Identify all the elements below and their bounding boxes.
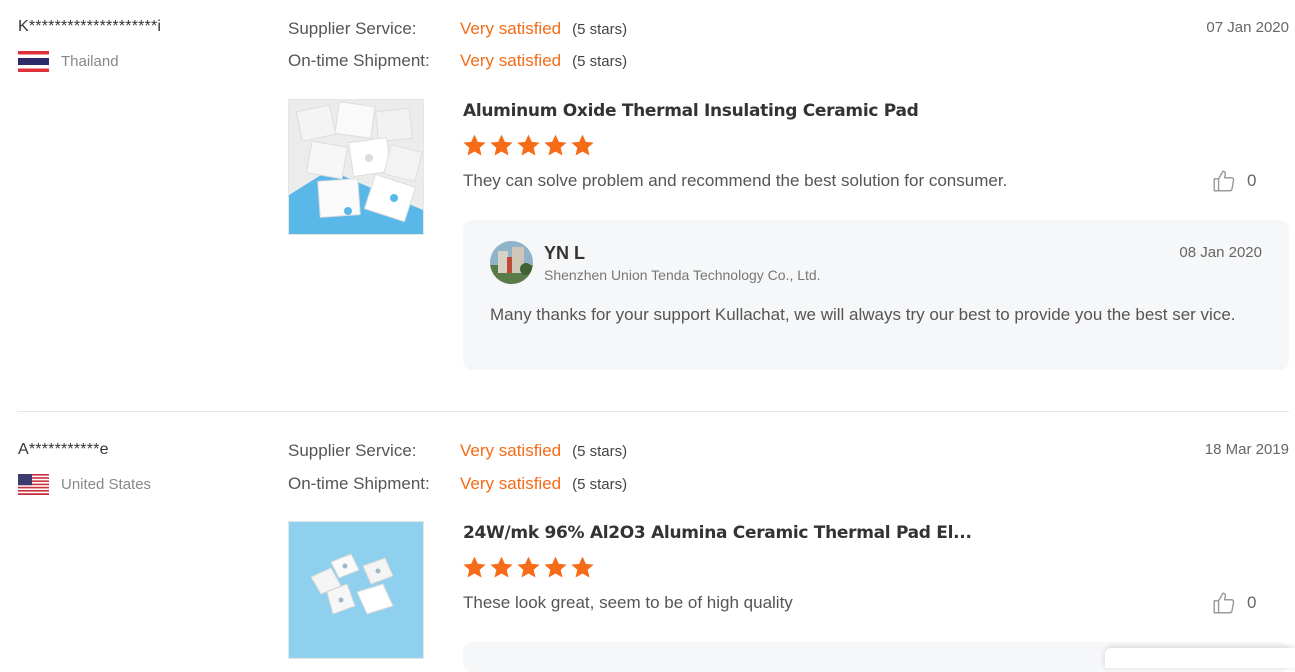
- reply-text: Many thanks for your support Kullachat, …: [490, 305, 1236, 324]
- avatar: [490, 241, 533, 284]
- supplier-service-value: Very satisfied: [460, 441, 562, 460]
- product-title[interactable]: Aluminum Oxide Thermal Insulating Cerami…: [463, 101, 919, 121]
- shipment-label: On-time Shipment:: [288, 51, 430, 70]
- star-icon: [463, 556, 486, 578]
- thailand-flag-icon: [18, 51, 49, 72]
- buyer-name: A***********e: [18, 441, 109, 458]
- star-icon: [490, 134, 513, 156]
- thumbs-up-icon: [1213, 170, 1235, 192]
- shipment-stars: (5 stars): [572, 53, 628, 70]
- supplier-reply: YN L Shenzhen Union Tenda Technology Co.…: [463, 220, 1289, 370]
- review-date: 18 Mar 2019: [1204, 441, 1289, 458]
- shipment-value: Very satisfied: [460, 51, 562, 70]
- usa-flag-icon: [18, 474, 49, 495]
- country-name: United States: [61, 476, 152, 493]
- buyer-country: United States: [18, 474, 151, 495]
- supplier-service-label: Supplier Service:: [288, 19, 417, 38]
- star-icon: [517, 134, 540, 156]
- product-image[interactable]: [288, 521, 424, 659]
- review-stars: [462, 133, 595, 158]
- like-button[interactable]: 0: [1211, 168, 1256, 194]
- review-comment: They can solve problem and recommend the…: [463, 171, 1008, 190]
- reply-date: 08 Jan 2020: [1179, 244, 1262, 261]
- shipment-label: On-time Shipment:: [288, 474, 430, 493]
- reply-author-name: YN L: [544, 243, 586, 263]
- star-icon: [517, 556, 540, 578]
- shipment-value: Very satisfied: [460, 474, 562, 493]
- shipment-rating: On-time Shipment: Very satisfied (5 star…: [288, 51, 627, 71]
- star-icon: [463, 134, 486, 156]
- review-date: 07 Jan 2020: [1206, 19, 1289, 36]
- country-name: Thailand: [61, 53, 119, 70]
- supplier-service-value: Very satisfied: [460, 19, 562, 38]
- shipment-rating: On-time Shipment: Very satisfied (5 star…: [288, 474, 627, 494]
- star-icon: [571, 556, 594, 578]
- supplier-service-rating: Supplier Service: Very satisfied (5 star…: [288, 19, 627, 39]
- thumbs-up-icon: [1213, 592, 1235, 614]
- review-card: K********************i Thailand Supplier…: [0, 0, 1295, 412]
- shipment-stars: (5 stars): [572, 476, 628, 493]
- supplier-service-rating: Supplier Service: Very satisfied (5 star…: [288, 441, 627, 461]
- reply-company: Shenzhen Union Tenda Technology Co., Ltd…: [544, 267, 821, 283]
- review-comment: These look great, seem to be of high qua…: [463, 593, 793, 612]
- buyer-country: Thailand: [18, 51, 119, 72]
- like-button[interactable]: 0: [1211, 590, 1256, 616]
- star-icon: [490, 556, 513, 578]
- review-card: A***********e United States Supplier Ser…: [0, 412, 1295, 672]
- product-title[interactable]: 24W/mk 96% Al2O3 Alumina Ceramic Thermal…: [463, 523, 972, 543]
- floating-widget[interactable]: [1105, 648, 1295, 668]
- review-stars: [462, 555, 595, 580]
- star-icon: [544, 556, 567, 578]
- supplier-service-label: Supplier Service:: [288, 441, 417, 460]
- product-image[interactable]: [288, 99, 424, 235]
- star-icon: [544, 134, 567, 156]
- supplier-service-stars: (5 stars): [572, 443, 628, 460]
- buyer-name: K********************i: [18, 18, 162, 35]
- like-count: 0: [1247, 593, 1257, 612]
- like-count: 0: [1247, 171, 1257, 190]
- supplier-service-stars: (5 stars): [572, 21, 628, 38]
- star-icon: [571, 134, 594, 156]
